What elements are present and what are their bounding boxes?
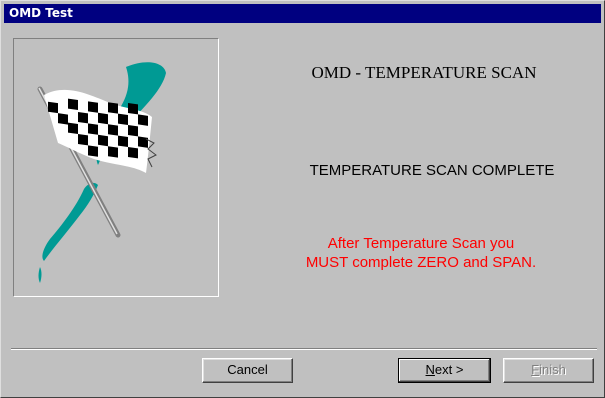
finish-button-label: inish xyxy=(539,362,566,377)
button-separator xyxy=(11,348,597,350)
finish-button-mnemonic: F xyxy=(531,362,540,377)
next-button-label: ext > xyxy=(434,362,464,377)
warning-line-2: MUST complete ZERO and SPAN. xyxy=(305,254,537,271)
wizard-window: OMD Test OMD - TEMPERATURE SCAN TEMPERAT… xyxy=(0,0,605,398)
next-button[interactable]: Next > xyxy=(398,358,491,383)
warning-message: After Temperature Scan you MUST complete… xyxy=(263,234,579,272)
finish-button[interactable]: Finish xyxy=(503,358,594,383)
scan-status-text: TEMPERATURE SCAN COMPLETE xyxy=(309,162,555,179)
page-title: OMD - TEMPERATURE SCAN xyxy=(311,63,537,82)
cancel-button[interactable]: Cancel xyxy=(202,358,293,383)
next-button-mnemonic: N xyxy=(425,362,435,377)
window-title: OMD Test xyxy=(9,6,73,20)
wizard-image-panel xyxy=(13,38,219,297)
cancel-button-label: Cancel xyxy=(227,362,268,377)
checkered-flag-icon xyxy=(37,62,166,283)
warning-line-1: After Temperature Scan you xyxy=(327,235,515,252)
title-bar[interactable]: OMD Test xyxy=(4,4,601,23)
